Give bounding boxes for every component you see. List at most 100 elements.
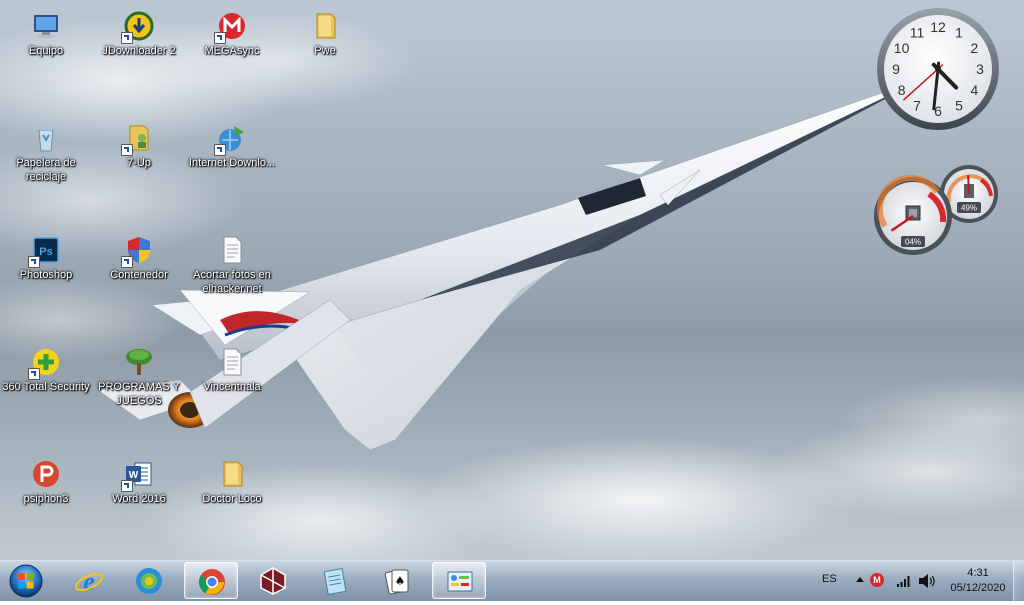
desktop-icon-pwe[interactable]: Pwe (279, 4, 371, 76)
cpu-meter-gadget[interactable]: 49% 04% (873, 164, 1001, 256)
clock-gadget[interactable]: 12 1 2 3 4 5 6 7 8 9 10 11 (875, 6, 1001, 132)
clock-number: 5 (955, 97, 963, 113)
clock-number: 4 (971, 82, 979, 98)
clock-number: 12 (930, 19, 946, 35)
clock-number: 2 (971, 40, 979, 56)
word-icon: W (121, 458, 155, 492)
shortcut-arrow-icon (121, 480, 133, 492)
text-file-icon (216, 346, 248, 378)
desktop-icon-megasync[interactable]: MEGAsync (186, 4, 278, 76)
desktop-icon-label: Acortar fotos en elhacker.net (193, 269, 271, 295)
taskbar-internet-explorer[interactable]: e (62, 562, 116, 599)
taskbar-media-app[interactable] (122, 562, 176, 599)
taskbar-app-red-cube[interactable] (246, 562, 300, 599)
show-desktop-button[interactable] (1013, 561, 1024, 601)
cube-icon (260, 567, 286, 595)
memory-percent-label: 49% (961, 204, 977, 213)
chrome-icon (198, 569, 225, 595)
desktop-icon-label: Doctor Loco (202, 493, 262, 505)
taskbar-solitaire[interactable]: ♠ (370, 562, 424, 599)
desktop-icon-label: Word 2016 (112, 493, 166, 505)
shortcut-arrow-icon (214, 144, 226, 156)
taskbar-chrome[interactable] (184, 562, 238, 599)
media-player-icon (136, 568, 162, 594)
desktop-icon-acortar-fotos[interactable]: Acortar fotos en elhacker.net (186, 228, 278, 300)
text-file-icon (216, 234, 248, 266)
desktop-icon-label: Contenedor (110, 269, 168, 281)
desktop-icon-360-total-security[interactable]: 360 Total Security (0, 340, 92, 412)
security-icon (28, 346, 62, 380)
language-indicator[interactable]: ES (822, 573, 837, 585)
psiphon-icon (30, 458, 62, 490)
clock-number: 10 (894, 40, 910, 56)
clock-datetime[interactable]: 4:31 05/12/2020 (946, 566, 1010, 596)
system-tray: ES M 4:31 05/12/2020 (794, 561, 1024, 601)
shortcut-arrow-icon (121, 32, 133, 44)
clock-number: 8 (898, 82, 906, 98)
desktop-icon-equipo[interactable]: Equipo (0, 4, 92, 76)
user-folder-icon (121, 122, 155, 156)
desktop-icon-doctor-loco[interactable]: Doctor Loco (186, 452, 278, 524)
shortcut-arrow-icon (121, 144, 133, 156)
taskbar-notepad[interactable] (308, 562, 362, 599)
network-signal-icon[interactable] (896, 574, 912, 588)
desktop-icon-idm[interactable]: Internet Downlo... (186, 116, 278, 188)
ie-icon: e (75, 567, 103, 596)
start-button[interactable] (4, 562, 48, 600)
taskbar: e ♠ ES M 4:31 05/12/2020 (0, 560, 1024, 601)
desktop-icon-label: Equipo (28, 45, 64, 57)
idm-icon (214, 122, 248, 156)
desktop-icon-label: 7-Up (127, 157, 151, 169)
notepad-icon (323, 568, 347, 595)
desktop-icon-label: Papelera de reciclaje (16, 157, 76, 183)
shortcut-arrow-icon (121, 256, 133, 268)
taskbar-control-panel[interactable] (432, 562, 486, 599)
desktop-icon-7up[interactable]: 7-Up (93, 116, 185, 188)
folder-icon (309, 10, 341, 42)
shield-icon (121, 234, 155, 268)
desktop-icon-word-2016[interactable]: W Word 2016 (93, 452, 185, 524)
shortcut-arrow-icon (214, 32, 226, 44)
desktop-icon-photoshop[interactable]: Ps Photoshop (0, 228, 92, 300)
control-panel-icon (447, 571, 473, 592)
clock-number: 9 (892, 61, 900, 77)
desktop-icon-label: JDownloader 2 (102, 45, 176, 57)
folder-icon (216, 458, 248, 490)
cards-icon: ♠ (384, 569, 409, 595)
desktop[interactable]: Equipo JDownloader 2 MEGAsync Pwe Papele… (0, 0, 1024, 560)
desktop-icon-label: PROGRAMAS Y JUEGOS (98, 381, 180, 407)
desktop-icon-label: 360 Total Security (2, 381, 90, 393)
desktop-icon-contenedor[interactable]: Contenedor (93, 228, 185, 300)
recycle-bin-icon (30, 122, 62, 154)
photoshop-icon: Ps (28, 234, 62, 268)
tree-icon (123, 346, 155, 378)
desktop-icon-jdownloader[interactable]: JDownloader 2 (93, 4, 185, 76)
desktop-icon-label: Pwe (314, 45, 336, 57)
desktop-icon-label: Vincentnala (203, 381, 261, 393)
clock-number: 11 (910, 25, 925, 41)
desktop-icon-vincentnala[interactable]: Vincentnala (186, 340, 278, 412)
svg-text:Ps: Ps (39, 246, 52, 258)
svg-text:e: e (83, 567, 95, 596)
shortcut-arrow-icon (28, 368, 40, 380)
shortcut-arrow-icon (28, 256, 40, 268)
desktop-icon-label: MEGAsync (204, 45, 260, 57)
memory-needle (967, 174, 970, 195)
tray-date: 05/12/2020 (950, 582, 1006, 594)
jdownloader-icon (121, 10, 155, 44)
show-hidden-icons-icon[interactable] (856, 577, 864, 582)
computer-icon (30, 10, 62, 42)
clock-number: 1 (955, 25, 963, 41)
cpu-percent-label: 04% (905, 238, 921, 247)
desktop-icon-programas-y-juegos[interactable]: PROGRAMAS Y JUEGOS (93, 340, 185, 412)
mega-icon (214, 10, 248, 44)
svg-text:♠: ♠ (395, 574, 406, 588)
desktop-icon-recycle-bin[interactable]: Papelera de reciclaje (0, 116, 92, 188)
desktop-icon-label: Internet Downlo... (188, 157, 276, 169)
desktop-icon-label: Photoshop (19, 269, 73, 281)
volume-icon[interactable] (918, 573, 936, 589)
desktop-icon-psiphon3[interactable]: psiphon3 (0, 452, 92, 524)
clock-number: 7 (913, 97, 921, 113)
tray-time: 4:31 (967, 567, 989, 579)
mega-tray-icon[interactable]: M (870, 573, 884, 587)
